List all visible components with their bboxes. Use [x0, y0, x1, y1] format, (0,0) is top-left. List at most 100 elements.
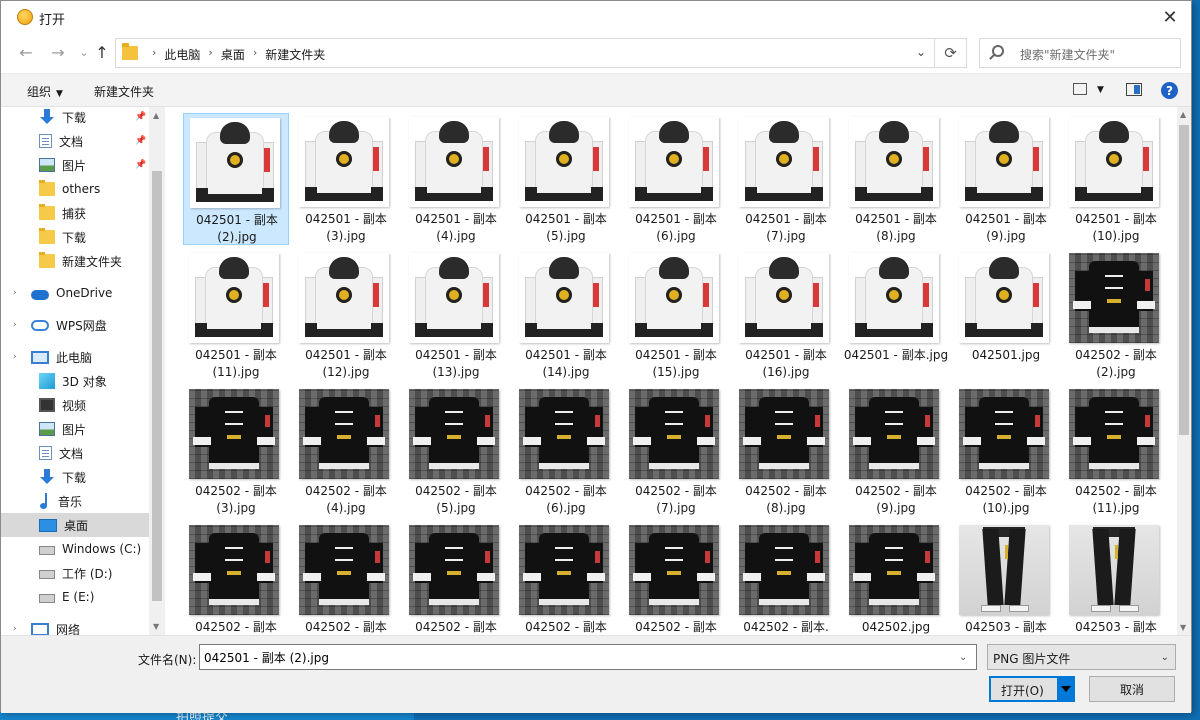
thumbnail-shape [813, 283, 819, 307]
sidebar-item[interactable]: 桌面 [1, 513, 149, 537]
scroll-thumb[interactable] [152, 171, 162, 601]
filetype-select[interactable]: PNG 图片文件 ⌄ [987, 644, 1176, 670]
sidebar-item[interactable]: 此电脑 › [1, 345, 149, 369]
sidebar-item[interactable]: 网络 › [1, 617, 149, 635]
sidebar-item[interactable]: 文档 📌 [1, 129, 149, 153]
file-tile[interactable]: 042502 - 副本 [623, 521, 729, 635]
sidebar-item[interactable]: 捕获 [1, 201, 149, 225]
scroll-down-icon[interactable]: ▼ [1180, 623, 1186, 632]
file-tile[interactable]: 042502 - 副本 [403, 521, 509, 635]
file-tile[interactable]: 042501 - 副本 (12).jpg [293, 249, 399, 381]
scroll-up-icon[interactable]: ▲ [1180, 110, 1186, 119]
file-thumbnail [519, 253, 609, 343]
sidebar-item[interactable]: 下载 [1, 225, 149, 249]
expand-chevron-icon[interactable]: › [13, 624, 17, 634]
file-tile[interactable]: 042502 - 副本 (7).jpg [623, 385, 729, 517]
cancel-button[interactable]: 取消 [1089, 676, 1175, 702]
scroll-down-icon[interactable]: ▼ [153, 622, 159, 631]
file-list-scrollbar[interactable]: ▲ ▼ [1177, 107, 1191, 635]
file-tile[interactable]: 042502 - 副本 (2).jpg [1063, 249, 1169, 381]
address-dropdown-icon[interactable]: ⌄ [916, 45, 926, 59]
search-box[interactable]: 搜索"新建文件夹" [979, 38, 1181, 68]
file-tile[interactable]: 042501 - 副本 (14).jpg [513, 249, 619, 381]
sidebar-item[interactable]: 下载 [1, 465, 149, 489]
open-split-dropdown[interactable] [1057, 678, 1075, 700]
file-tile[interactable]: 042501 - 副本 (16).jpg [733, 249, 839, 381]
file-tile[interactable]: 042501 - 副本 (13).jpg [403, 249, 509, 381]
file-tile[interactable]: 042503 - 副本 [1063, 521, 1169, 635]
sidebar-item[interactable]: Windows (C:) [1, 537, 149, 561]
file-tile[interactable]: 042501 - 副本 (5).jpg [513, 113, 619, 245]
file-tile[interactable]: 042501 - 副本 (9).jpg [953, 113, 1059, 245]
file-tile[interactable]: 042501 - 副本 (3).jpg [293, 113, 399, 245]
scroll-up-icon[interactable]: ▲ [153, 111, 159, 120]
breadcrumb-new-folder[interactable]: 新建文件夹 [265, 46, 325, 63]
file-tile[interactable]: 042502 - 副本 (9).jpg [843, 385, 949, 517]
breadcrumb-desktop[interactable]: 桌面 [221, 46, 245, 63]
navigation-scrollbar[interactable]: ▲ ▼ [149, 107, 165, 635]
view-mode-icon[interactable] [1073, 83, 1087, 95]
file-tile[interactable]: 042502 - 副本 (3).jpg [183, 385, 289, 517]
file-tile[interactable]: 042501 - 副本 (6).jpg [623, 113, 729, 245]
file-tile[interactable]: 042501 - 副本 (2).jpg [183, 113, 289, 245]
thumbnail-shape [979, 397, 1029, 463]
file-tile[interactable]: 042501 - 副本 (4).jpg [403, 113, 509, 245]
view-caret-down-icon[interactable]: ▼ [1097, 85, 1104, 95]
file-tile[interactable]: 042502 - 副本 (10).jpg [953, 385, 1059, 517]
file-tile[interactable]: 042502 - 副本 (4).jpg [293, 385, 399, 517]
file-tile[interactable]: 042501 - 副本 (15).jpg [623, 249, 729, 381]
file-name-label: 042502.jpg [861, 620, 931, 634]
sidebar-item[interactable]: WPS网盘 › [1, 313, 149, 337]
file-tile[interactable]: 042502 - 副本 [183, 521, 289, 635]
thumbnail-shape [917, 573, 935, 581]
address-bar[interactable]: › 此电脑 › 桌面 › 新建文件夹 ⌄ ⟳ [115, 38, 967, 68]
close-button[interactable]: ✕ [1157, 5, 1183, 29]
file-tile[interactable]: 042502 - 副本 (11).jpg [1063, 385, 1169, 517]
file-tile[interactable]: 042501 - 副本 (10).jpg [1063, 113, 1169, 245]
sidebar-item[interactable]: 图片 [1, 417, 149, 441]
sidebar-item[interactable]: E (E:) [1, 585, 149, 609]
sidebar-item[interactable]: others [1, 177, 149, 201]
file-tile[interactable]: 042502 - 副本 [513, 521, 619, 635]
expand-chevron-icon[interactable]: › [13, 320, 17, 330]
expand-chevron-icon[interactable]: › [13, 288, 17, 298]
file-tile[interactable]: 042502 - 副本 (8).jpg [733, 385, 839, 517]
thumbnail-shape [429, 397, 479, 463]
forward-arrow-icon[interactable]: → [47, 41, 69, 63]
file-tile[interactable]: 042503 - 副本 [953, 521, 1059, 635]
file-tile[interactable]: 042501 - 副本.jpg [843, 249, 949, 381]
sidebar-item[interactable]: 3D 对象 [1, 369, 149, 393]
file-tile[interactable]: 042502.jpg [843, 521, 949, 635]
back-arrow-icon[interactable]: ← [15, 41, 37, 63]
filename-input[interactable] [199, 644, 977, 670]
file-tile[interactable]: 042502 - 副本 (6).jpg [513, 385, 619, 517]
preview-pane-icon[interactable] [1126, 83, 1142, 96]
file-tile[interactable]: 042502 - 副本 [293, 521, 399, 635]
sidebar-item[interactable]: 新建文件夹 [1, 249, 149, 273]
file-tile[interactable]: 042501 - 副本 (7).jpg [733, 113, 839, 245]
file-thumbnail [519, 117, 609, 207]
file-tile[interactable]: 042501.jpg [953, 249, 1059, 381]
sidebar-item[interactable]: 视频 [1, 393, 149, 417]
up-arrow-icon[interactable]: ↑ [91, 41, 113, 63]
breadcrumb-this-pc[interactable]: 此电脑 [164, 46, 200, 63]
refresh-button[interactable]: ⟳ [934, 39, 966, 67]
new-folder-button[interactable]: 新建文件夹 [94, 83, 154, 100]
organize-menu[interactable]: 组织 ▼ [27, 83, 63, 100]
document-icon [39, 446, 52, 460]
file-tile[interactable]: 042502 - 副本 (5).jpg [403, 385, 509, 517]
sidebar-item[interactable]: OneDrive › [1, 281, 149, 305]
sidebar-item[interactable]: 文档 [1, 441, 149, 465]
expand-chevron-icon[interactable]: › [13, 352, 17, 362]
sidebar-item[interactable]: 工作 (D:) [1, 561, 149, 585]
sidebar-item[interactable]: 图片 📌 [1, 153, 149, 177]
file-tile[interactable]: 042501 - 副本 (8).jpg [843, 113, 949, 245]
sidebar-item[interactable]: 音乐 [1, 489, 149, 513]
file-thumbnail [849, 253, 939, 343]
file-tile[interactable]: 042501 - 副本 (11).jpg [183, 249, 289, 381]
scroll-thumb[interactable] [1179, 125, 1189, 435]
file-tile[interactable]: 042502 - 副本. [733, 521, 839, 635]
open-button[interactable]: 打开(O) [989, 676, 1075, 702]
sidebar-item[interactable]: 下载 📌 [1, 107, 149, 129]
help-icon[interactable]: ? [1161, 82, 1178, 99]
